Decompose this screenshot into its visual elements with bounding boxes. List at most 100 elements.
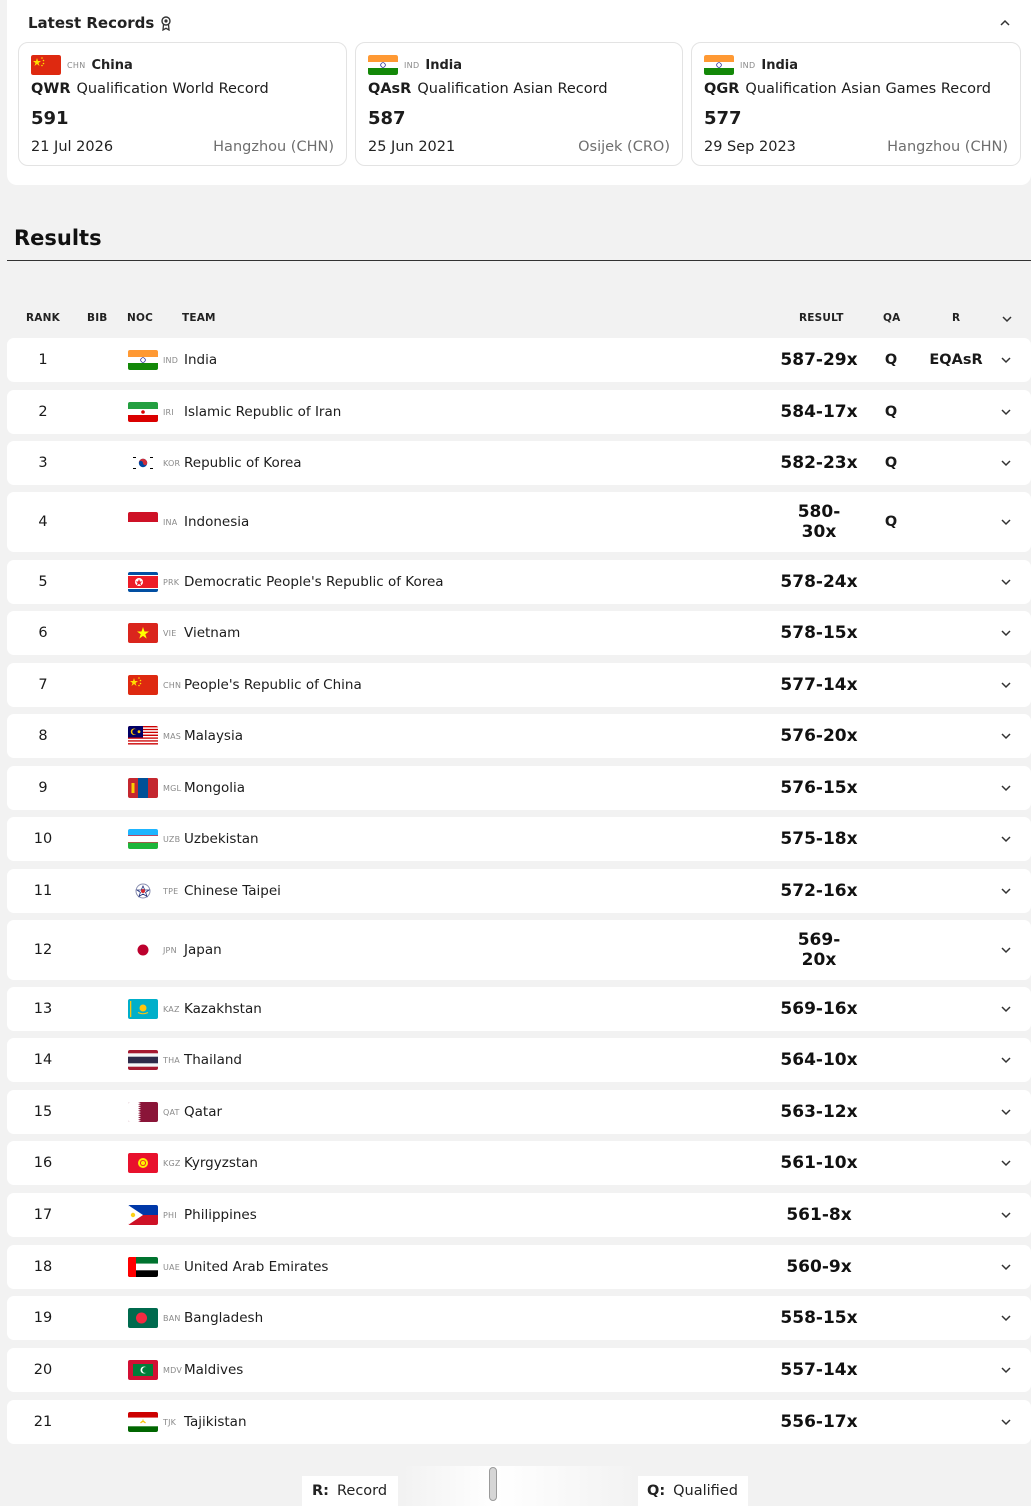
expand-row-button[interactable] [997, 663, 1015, 707]
flag-ban-icon [127, 1296, 159, 1340]
rank-cell: 6 [38, 625, 48, 641]
expand-row-button[interactable] [997, 1193, 1015, 1237]
table-row[interactable]: 13 KAZ Kazakhstan 569-16x [7, 987, 1031, 1031]
record-abbr: QGR [704, 81, 740, 97]
noc-code: IRI [163, 407, 174, 417]
flag-iri-icon [127, 390, 159, 434]
table-row[interactable]: 21 TJK Tajikistan 556-17x [7, 1400, 1031, 1444]
rank-cell: 13 [33, 1001, 53, 1017]
table-row[interactable]: 20 MDV Maldives 557-14x [7, 1348, 1031, 1392]
record-card[interactable]: CHN China QWR Qualification World Record … [18, 42, 347, 166]
chevron-down-icon [1001, 681, 1011, 688]
flag-chn-icon [31, 55, 61, 75]
table-row[interactable]: 6 VIE Vietnam 578-15x [7, 611, 1031, 655]
record-date: 29 Sep 2023 [704, 139, 796, 155]
noc-code: QAT [163, 1107, 180, 1117]
expand-row-button[interactable] [997, 766, 1015, 810]
chevron-down-icon [1001, 1314, 1011, 1321]
scroll-handle[interactable] [489, 1467, 497, 1501]
record-cell [925, 1193, 987, 1237]
record-card[interactable]: IND India QGR Qualification Asian Games R… [691, 42, 1021, 166]
noc-code: IND [404, 60, 420, 70]
table-row[interactable]: 18 UAE United Arab Emirates 560-9x [7, 1245, 1031, 1289]
team-name: Chinese Taipei [184, 883, 281, 899]
table-row[interactable]: 14 THA Thailand 564-10x [7, 1038, 1031, 1082]
table-row[interactable]: 4 INA Indonesia 580- 30x Q [7, 492, 1031, 552]
expand-row-button[interactable] [997, 1038, 1015, 1082]
rank-cell: 15 [33, 1104, 53, 1120]
table-row[interactable]: 10 UZB Uzbekistan 575-18x [7, 817, 1031, 861]
record-cell [925, 1348, 987, 1392]
chevron-down-icon [1001, 732, 1011, 739]
record-cell [925, 390, 987, 434]
team-name: Vietnam [184, 625, 241, 641]
expand-row-button[interactable] [997, 441, 1015, 485]
record-score: 587 [368, 108, 406, 129]
rank-cell: 10 [33, 831, 53, 847]
table-row[interactable]: 5 PRK Democratic People's Republic of Kore… [7, 560, 1031, 604]
record-country-name: China [91, 57, 133, 73]
table-row[interactable]: 9 MGL Mongolia 576-15x [7, 766, 1031, 810]
table-row[interactable]: 7 CHN People's Republic of China 577-14x [7, 663, 1031, 707]
expand-row-button[interactable] [997, 1090, 1015, 1134]
expand-row-button[interactable] [997, 1400, 1015, 1444]
expand-row-button[interactable] [997, 1296, 1015, 1340]
expand-row-button[interactable] [997, 869, 1015, 913]
rank-cell: 21 [33, 1414, 53, 1430]
noc-code: PHI [163, 1210, 177, 1220]
noc-code: INA [163, 517, 178, 527]
record-name: QWR Qualification World Record [31, 81, 269, 97]
flag-vie-icon [127, 611, 159, 655]
record-card[interactable]: IND India QAsR Qualification Asian Record… [355, 42, 683, 166]
table-row[interactable]: 1 IND India 587-29x Q EQAsR [7, 338, 1031, 382]
record-venue: Hangzhou (CHN) [887, 139, 1008, 155]
legend-spacer [402, 1466, 638, 1506]
expand-row-button[interactable] [997, 338, 1015, 382]
expand-row-button[interactable] [997, 560, 1015, 604]
flag-uzb-icon [127, 817, 159, 861]
record-country: IND India [704, 55, 798, 75]
expand-row-button[interactable] [997, 390, 1015, 434]
expand-row-button[interactable] [997, 492, 1015, 552]
table-row[interactable]: 11 TPE Chinese Taipei 572-16x [7, 869, 1031, 913]
medal-icon [161, 15, 172, 31]
qa-cell [879, 1141, 903, 1185]
collapse-records-button[interactable] [997, 14, 1013, 30]
rank-cell: 4 [38, 514, 48, 530]
table-row[interactable]: 16 KGZ Kyrgyzstan 561-10x [7, 1141, 1031, 1185]
expand-row-button[interactable] [997, 1245, 1015, 1289]
record-score: 591 [31, 108, 69, 129]
rank-cell: 17 [33, 1207, 53, 1223]
table-row[interactable]: 17 PHI Philippines 561-8x [7, 1193, 1031, 1237]
expand-row-button[interactable] [997, 1141, 1015, 1185]
table-row[interactable]: 8 MAS Malaysia 576-20x [7, 714, 1031, 758]
chevron-down-icon[interactable] [1002, 316, 1012, 323]
table-row[interactable]: 3 KOR Republic of Korea 582-23x Q [7, 441, 1031, 485]
record-country: CHN China [31, 55, 133, 75]
result-cell: 561-10x [780, 1153, 858, 1173]
chevron-down-icon [1001, 835, 1011, 842]
chevron-down-icon [1001, 459, 1011, 466]
qa-cell [879, 1090, 903, 1134]
expand-row-button[interactable] [997, 611, 1015, 655]
chevron-down-icon [1001, 1211, 1011, 1218]
record-full-name: Qualification World Record [76, 81, 269, 97]
chevron-down-icon [1001, 887, 1011, 894]
expand-row-button[interactable] [997, 1348, 1015, 1392]
chevron-down-icon [1001, 1056, 1011, 1063]
expand-row-button[interactable] [997, 817, 1015, 861]
flag-qat-icon [127, 1090, 159, 1134]
table-row[interactable]: 15 QAT Qatar 563-12x [7, 1090, 1031, 1134]
expand-row-button[interactable] [997, 987, 1015, 1031]
result-cell: 564-10x [780, 1050, 858, 1070]
noc-code: VIE [163, 628, 177, 638]
table-row[interactable]: 12 JPN Japan 569- 20x [7, 920, 1031, 980]
expand-row-button[interactable] [997, 920, 1015, 980]
noc-code: CHN [67, 60, 86, 70]
qa-cell [879, 1193, 903, 1237]
table-row[interactable]: 19 BAN Bangladesh 558-15x [7, 1296, 1031, 1340]
noc-code: TJK [163, 1417, 177, 1427]
flag-ind-icon [127, 338, 159, 382]
expand-row-button[interactable] [997, 714, 1015, 758]
table-row[interactable]: 2 IRI Islamic Republic of Iran 584-17x Q [7, 390, 1031, 434]
